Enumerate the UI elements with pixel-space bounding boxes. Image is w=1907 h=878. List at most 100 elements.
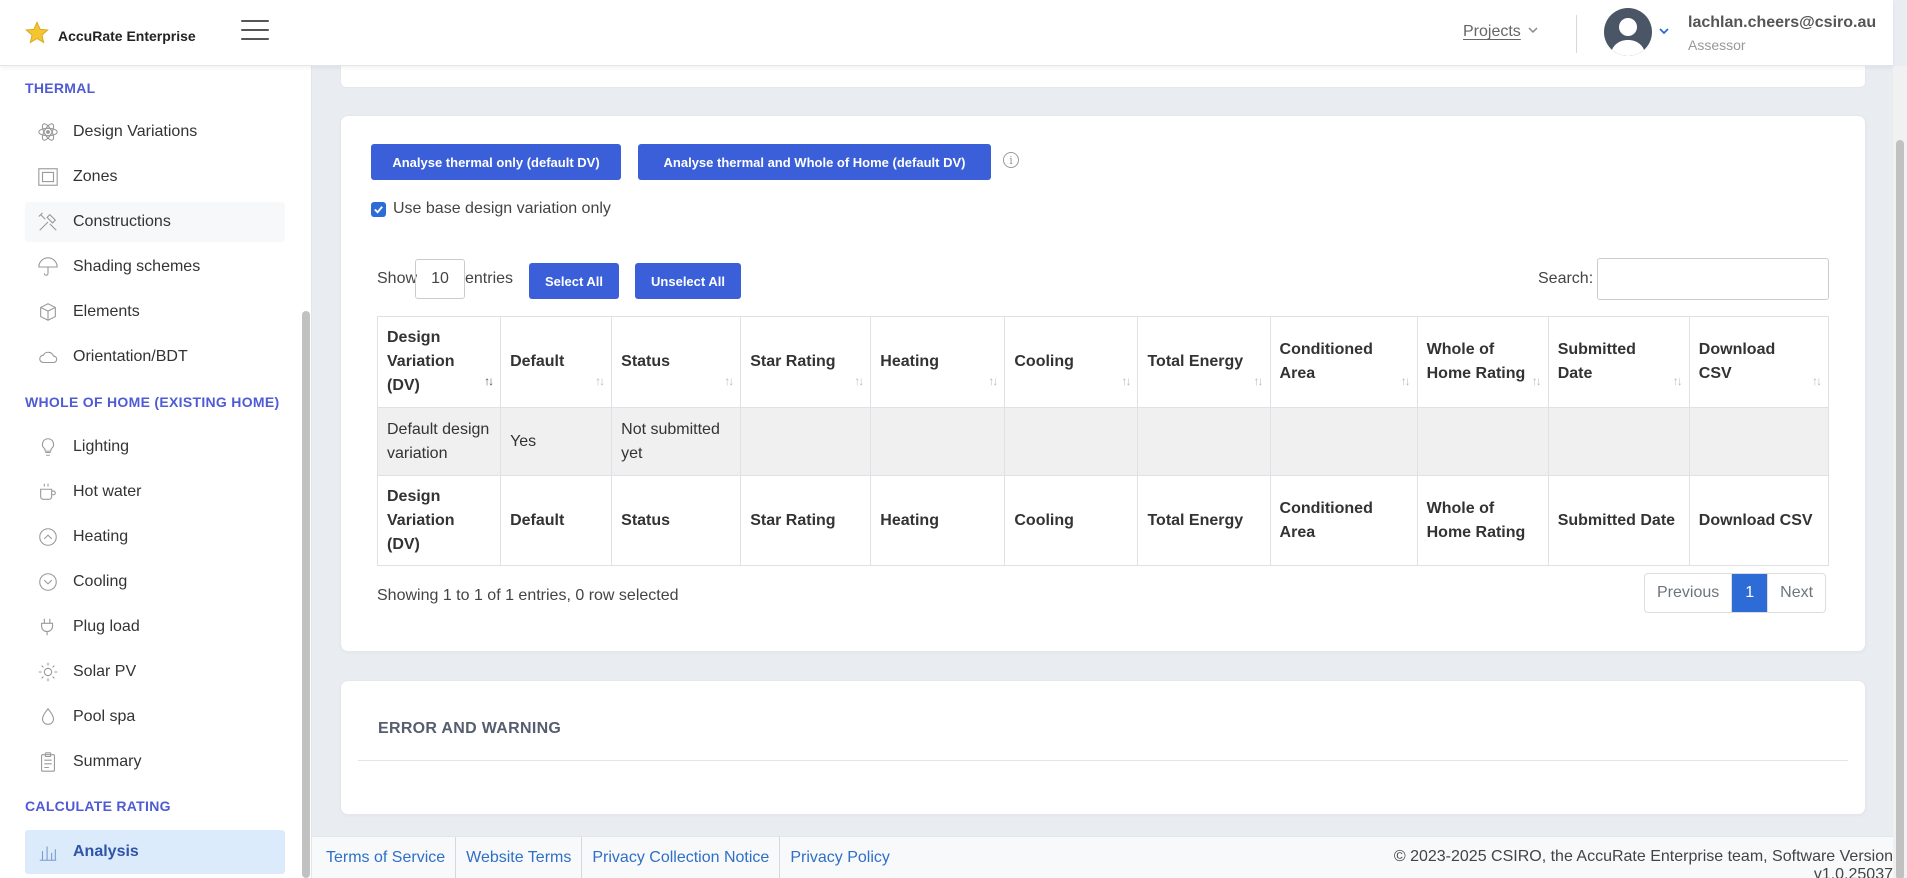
col-header-heating[interactable]: Heating ↑↓ [870,316,1006,408]
sidebar-item-lighting[interactable]: Lighting [25,427,285,467]
cell-star-rating [740,407,872,476]
sidebar-item-label: Solar PV [73,663,137,680]
user-avatar[interactable] [1604,8,1652,56]
chevron-up-circle-icon [35,524,61,550]
pagination-page-1[interactable]: 1 [1732,574,1769,612]
chevron-down-circle-icon [35,569,61,595]
section-calculate-rating: CALCULATE RATING [25,798,171,814]
cell-woh-rating [1416,407,1549,476]
sidebar-item-label: Elements [73,303,140,320]
sort-icon: ↑↓ [854,374,864,388]
sort-icon: ↑↓ [1121,374,1131,388]
previous-card-bottom [340,66,1866,88]
col-header-star-rating[interactable]: Star Rating ↑↓ [740,316,872,408]
sidebar-item-elements[interactable]: Elements [25,292,285,332]
sidebar-item-plug-load[interactable]: Plug load [25,607,285,647]
col-header-status[interactable]: Status ↑↓ [611,316,742,408]
sidebar-item-zones[interactable]: Zones [25,157,285,197]
footer-link-terms-of-service[interactable]: Terms of Service [312,837,457,878]
zones-icon [35,164,61,190]
analyse-thermal-button[interactable]: Analyse thermal only (default DV) [371,144,621,180]
sidebar-item-orientation[interactable]: Orientation/BDT [25,337,285,377]
use-base-dv-checkbox[interactable] [371,202,386,217]
pagination-next[interactable]: Next [1768,574,1825,612]
show-label: Show [377,270,418,287]
entries-per-page-select[interactable]: 10 [415,259,465,299]
sort-icon: ↑↓ [1400,374,1411,388]
sidebar-item-label: Pool spa [73,708,136,725]
chevron-down-icon [1527,23,1539,41]
clipboard-icon [35,749,61,775]
sidebar-item-heating[interactable]: Heating [25,517,285,557]
cloud-icon [35,344,61,370]
info-icon[interactable]: i [1003,152,1019,168]
sidebar-item-label: Shading schemes [73,258,201,275]
mug-icon [35,479,61,505]
umbrella-icon [35,254,61,280]
sort-icon: ↑↓ [1253,374,1264,388]
sidebar-item-design-variations[interactable]: Design Variations [25,112,285,152]
footer-link-website-terms[interactable]: Website Terms [456,837,583,878]
sun-icon [35,659,61,685]
select-all-button[interactable]: Select All [529,263,619,299]
projects-dropdown[interactable]: Projects [1463,23,1539,41]
sidebar-item-shading-schemes[interactable]: Shading schemes [25,247,285,287]
cell-download-csv [1688,407,1830,476]
cell-heating [870,407,1006,476]
col-header-cooling[interactable]: Cooling ↑↓ [1004,316,1139,408]
pagination: Previous 1 Next [1644,573,1827,613]
sidebar-item-cooling[interactable]: Cooling [25,562,285,602]
col-header-download-csv[interactable]: Download CSV ↑↓ [1688,316,1830,408]
analyse-whole-of-home-button[interactable]: Analyse thermal and Whole of Home (defau… [638,144,991,180]
col-header-total-energy[interactable]: Total Energy ↑↓ [1137,316,1271,408]
footer-status: Status [611,475,742,566]
col-header-default[interactable]: Default ↑↓ [500,316,613,408]
cell-conditioned-area [1269,407,1418,476]
cell-default: Yes [500,407,613,476]
cell-total-energy [1137,407,1271,476]
col-header-design-variation[interactable]: Design Variation (DV) ↑↓ [376,316,502,408]
col-header-conditioned-area[interactable]: Conditioned Area ↑↓ [1269,316,1418,408]
main-scrollbar[interactable] [1893,66,1907,878]
sidebar-item-label: Summary [73,753,142,770]
footer-conditioned-area: Conditioned Area [1269,475,1418,566]
footer-default: Default [500,475,613,566]
footer-link-privacy-collection-notice[interactable]: Privacy Collection Notice [582,837,781,878]
table-row[interactable]: Default design variation Yes Not submitt… [376,407,1830,476]
sidebar-item-solar-pv[interactable]: Solar PV [25,652,285,692]
footer-link-privacy-policy[interactable]: Privacy Policy [780,837,900,878]
footer-woh-rating: Whole of Home Rating [1416,475,1549,566]
sidebar-item-label: Constructions [73,213,171,230]
footer-star-rating: Star Rating [740,475,872,566]
user-email: lachlan.cheers@csiro.au [1688,14,1877,31]
col-header-submitted-date[interactable]: Submitted Date ↑↓ [1547,316,1690,408]
star-logo-icon [24,20,50,51]
bulb-icon [35,434,61,460]
search-input[interactable] [1597,258,1829,300]
sidebar-item-label: Cooling [73,573,128,590]
sidebar-item-hot-water[interactable]: Hot water [25,472,285,512]
menu-toggle-icon[interactable] [241,20,269,40]
sort-icon: ↑↓ [1812,374,1822,388]
sort-icon: ↑↓ [595,374,605,388]
top-header: AccuRate Enterprise Projects lachlan.che… [0,0,1893,66]
sidebar-item-summary[interactable]: Summary [25,742,285,782]
cell-submitted-date [1547,407,1690,476]
sidebar-scrollbar[interactable] [302,311,310,878]
footer-download-csv: Download CSV [1688,475,1830,566]
sidebar-item-constructions[interactable]: Constructions [25,202,285,242]
unselect-all-button[interactable]: Unselect All [635,263,741,299]
col-header-whole-of-home-rating[interactable]: Whole of Home Rating ↑↓ [1416,316,1549,408]
sidebar: THERMAL Design Variations Zones Construc… [0,66,312,878]
main-scrollbar-thumb[interactable] [1896,140,1904,878]
sidebar-item-pool-spa[interactable]: Pool spa [25,697,285,737]
sidebar-item-label: Plug load [73,618,140,635]
footer-total-energy: Total Energy [1137,475,1271,566]
app-logo[interactable]: AccuRate Enterprise [24,20,196,51]
user-menu-caret-icon[interactable] [1658,24,1670,42]
search-label: Search: [1538,270,1594,287]
design-variations-table: Design Variation (DV) ↑↓ Default ↑↓ Status… [376,316,1830,566]
pagination-previous[interactable]: Previous [1645,574,1733,612]
sidebar-item-analysis[interactable]: Analysis [25,830,285,874]
footer-links: Terms of Service Website Terms Privacy C… [312,837,900,878]
